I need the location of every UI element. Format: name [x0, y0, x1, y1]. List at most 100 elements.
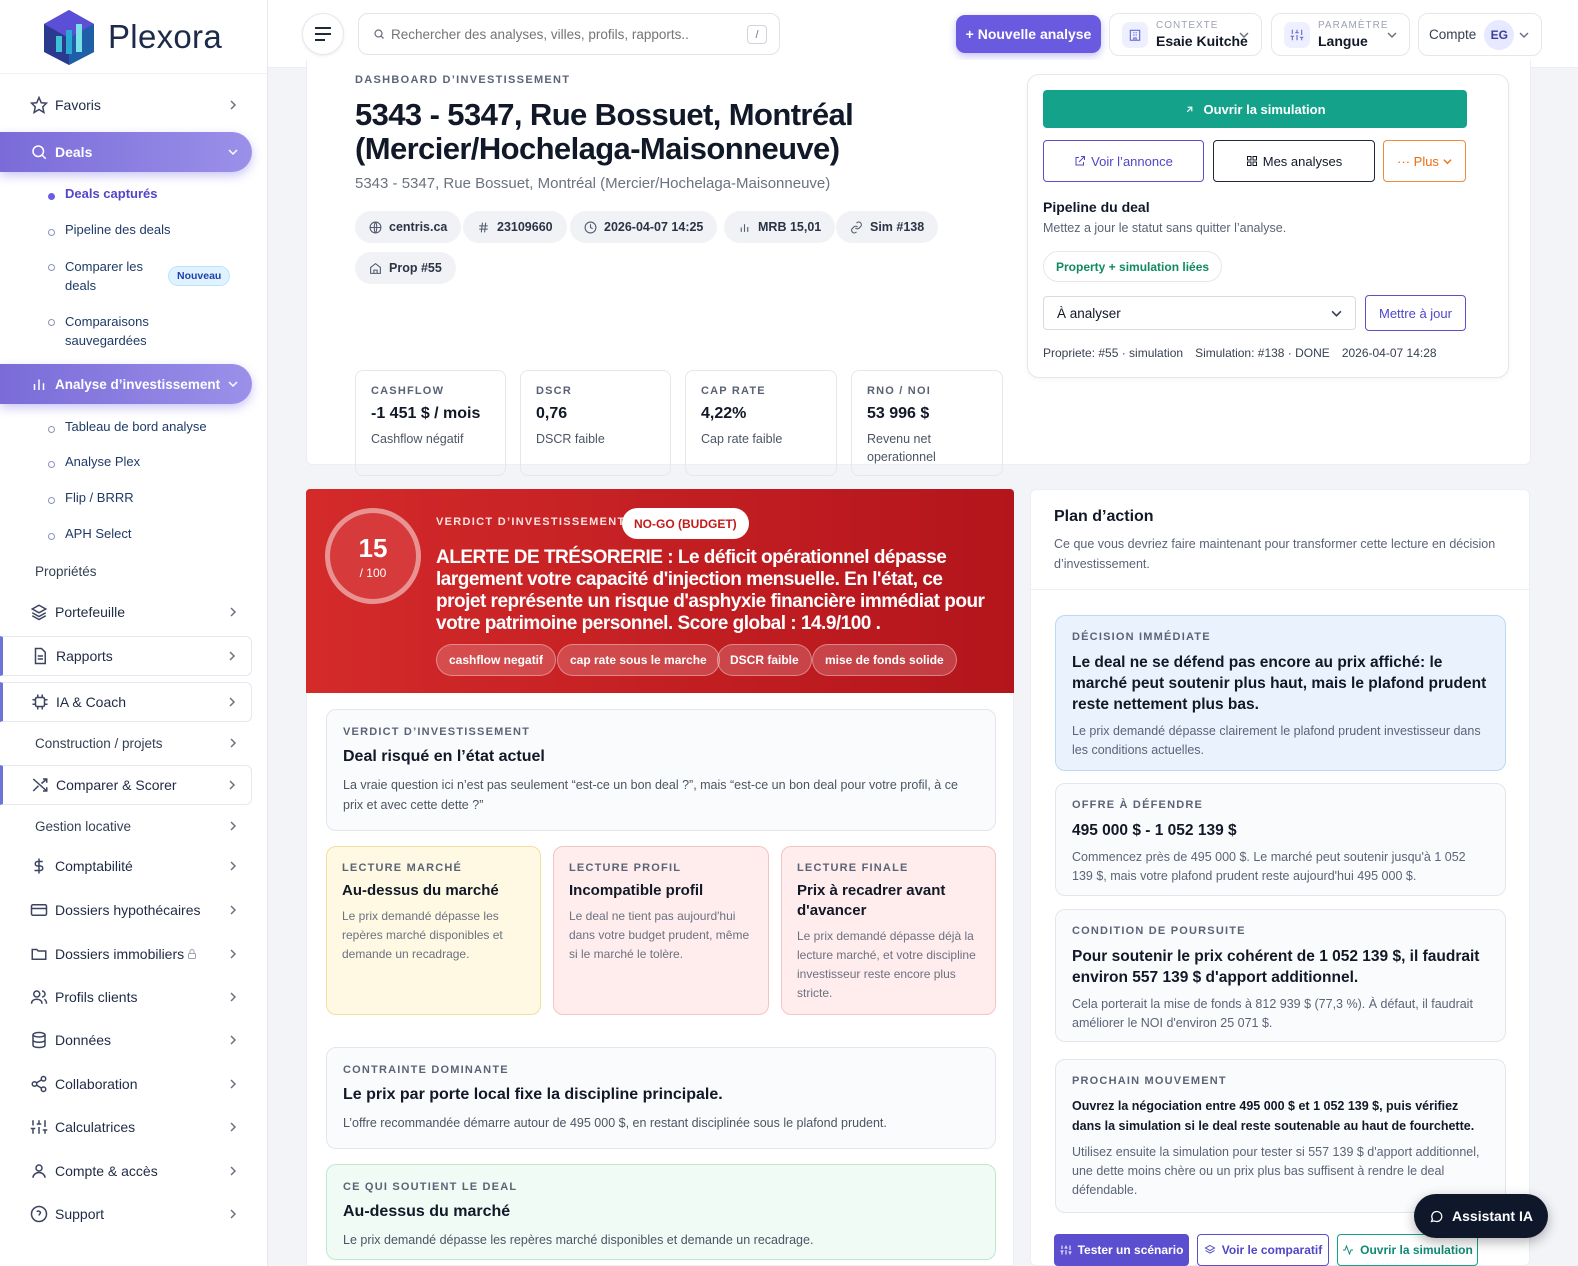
nav-favoris[interactable]: Favoris [0, 85, 252, 125]
nav-proprietes[interactable]: Propriétés [0, 551, 252, 591]
account-menu[interactable]: Compte EG [1418, 13, 1542, 56]
linked-badge: Property + simulation liées [1043, 251, 1223, 282]
nav-label: Construction / projets [35, 735, 163, 751]
sub-plex[interactable]: Analyse Plex [48, 454, 140, 469]
chevron-down-icon [1331, 310, 1342, 317]
verdict-summary-box: VERDICT D’INVESTISSEMENT Deal risqué en … [326, 709, 996, 831]
home-icon [370, 262, 381, 274]
tag-chip: DSCR faible [717, 644, 812, 676]
nav-immobiliers[interactable]: Dossiers immobiliers [0, 934, 252, 974]
nav-rapports[interactable]: Rapports [0, 636, 252, 676]
kpi-sub: Cashflow négatif [371, 432, 464, 446]
nav-calculatrices[interactable]: Calculatrices [0, 1107, 252, 1147]
kpi-label: RNO / NOI [867, 385, 931, 397]
button-label: Voir l’annonce [1091, 153, 1173, 169]
ai-assistant-button[interactable]: Assistant IA [1414, 1194, 1548, 1238]
nav-profils[interactable]: Profils clients [0, 977, 252, 1017]
sub-comparaisons[interactable]: Comparaisons sauvegardées [48, 312, 158, 350]
continuation-condition-box: CONDITION DE POURSUITE Pour soutenir le … [1055, 909, 1506, 1042]
date-pill[interactable]: 2026-04-07 14:25 [570, 211, 718, 243]
search-icon [374, 29, 384, 39]
update-status-button[interactable]: Mettre à jour [1365, 295, 1466, 331]
sub-tableau[interactable]: Tableau de bord analyse [48, 419, 207, 434]
nav-gestion[interactable]: Gestion locative [0, 806, 252, 846]
box-label: CONDITION DE POURSUITE [1072, 925, 1246, 937]
sub-comparer[interactable]: Comparer les deals [48, 257, 148, 295]
card-label: LECTURE PROFIL [569, 862, 682, 874]
nav-label: Propriétés [35, 563, 97, 579]
chevron-right-icon [230, 1035, 237, 1045]
listing-id-pill[interactable]: 23109660 [463, 211, 567, 243]
nav-ia-coach[interactable]: IA & Coach [0, 682, 252, 722]
sub-flip[interactable]: Flip / BRRR [48, 490, 134, 505]
chevron-right-icon [230, 1166, 237, 1176]
box-title: Le deal ne se défend pas encore au prix … [1072, 654, 1487, 713]
menu-toggle-button[interactable] [302, 13, 344, 55]
arrow-up-right-icon [1187, 106, 1193, 112]
context-value: Esaie Kuitche [1156, 33, 1248, 49]
more-button[interactable]: ··· Plus [1383, 140, 1466, 182]
nav-analyse[interactable]: Analyse d’investissement [0, 364, 252, 404]
share-icon [31, 1075, 47, 1093]
box-label: OFFRE À DÉFENDRE [1072, 799, 1204, 811]
sub-pipeline[interactable]: Pipeline des deals [48, 222, 171, 237]
card-title: Au-dessus du marché [342, 882, 499, 899]
nav-label: Comparer & Scorer [56, 777, 177, 793]
view-comparison-button[interactable]: Voir le comparatif [1197, 1234, 1329, 1266]
new-analysis-button[interactable]: + Nouvelle analyse [956, 15, 1101, 53]
box-label: DÉCISION IMMÉDIATE [1072, 631, 1211, 643]
button-label: Ouvrir la simulation [1203, 101, 1326, 117]
open-simulation-button[interactable]: Ouvrir la simulation [1043, 90, 1467, 128]
mrb-pill[interactable]: MRB 15,01 [724, 211, 836, 243]
box-desc: Le prix demandé dépasse les repères marc… [343, 1233, 814, 1247]
status-select[interactable]: À analyser [1043, 296, 1356, 330]
kpi-label: CASHFLOW [371, 385, 445, 397]
box-title: Deal risqué en l’état actuel [343, 748, 545, 765]
profile-reading-card: LECTURE PROFIL Incompatible profil Le de… [553, 846, 769, 1015]
box-title: Au-dessus du marché [343, 1203, 511, 1220]
divider [1031, 589, 1529, 590]
sub-deals-captures[interactable]: Deals capturés [48, 186, 158, 201]
nav-deals[interactable]: Deals [0, 132, 252, 172]
action-plan-card: Plan d’action Ce que vous devriez faire … [1030, 489, 1530, 1266]
kpi-cashflow: CASHFLOW -1 451 $ / mois Cashflow négati… [355, 370, 506, 476]
chevron-right-icon [229, 780, 236, 790]
nav-support[interactable]: Support [0, 1194, 252, 1234]
meta-item: Simulation: #138 · DONE [1195, 346, 1330, 360]
nav-portefeuille[interactable]: Portefeuille [0, 592, 252, 632]
button-label: Mes analyses [1262, 153, 1343, 169]
sub-aph[interactable]: APH Select [48, 526, 131, 541]
nav-comptabilite[interactable]: Comptabilité [0, 846, 252, 886]
tag-chip: mise de fonds solide [812, 644, 957, 676]
nav-compte[interactable]: Compte & accès [0, 1151, 252, 1191]
score-ring: 15 / 100 [325, 508, 421, 604]
source-pill[interactable]: centris.ca [355, 211, 462, 243]
nav-construction[interactable]: Construction / projets [0, 723, 252, 763]
nav-label: Deals [55, 144, 93, 160]
offer-box: OFFRE À DÉFENDRE 495 000 $ - 1 052 139 $… [1055, 783, 1506, 896]
open-simulation-secondary-button[interactable]: Ouvrir la simulation [1337, 1234, 1478, 1266]
sim-pill[interactable]: Sim #138 [836, 211, 939, 243]
search-input[interactable] [391, 26, 731, 42]
nav-hypothecaires[interactable]: Dossiers hypothécaires [0, 890, 252, 930]
chevron-right-icon [229, 651, 236, 661]
sub-label: Flip / BRRR [65, 490, 134, 505]
nav-donnees[interactable]: Données [0, 1020, 252, 1060]
my-analyses-button[interactable]: Mes analyses [1213, 140, 1375, 182]
search-box[interactable]: / [358, 13, 780, 55]
box-desc: Commencez près de 495 000 $. Le marché p… [1072, 850, 1466, 883]
market-reading-card: LECTURE MARCHÉ Au-dessus du marché Le pr… [326, 846, 541, 1015]
nav-comparer[interactable]: Comparer & Scorer [0, 765, 252, 805]
verdict-alert: ALERTE DE TRÉSORERIE : Le déficit opérat… [436, 547, 985, 634]
pipeline-meta: Propriete: #55 · simulation Simulation: … [1043, 346, 1437, 360]
view-listing-button[interactable]: Voir l’annonce [1043, 140, 1204, 182]
test-scenario-button[interactable]: Tester un scénario [1054, 1234, 1189, 1266]
parameter-selector[interactable]: PARAMÈTRE Langue [1271, 13, 1410, 56]
brand[interactable]: Plexora [0, 0, 267, 74]
pill-label: 2026-04-07 14:25 [604, 220, 704, 234]
context-selector[interactable]: CONTEXTE Esaie Kuitche [1109, 13, 1262, 56]
prop-pill[interactable]: Prop #55 [355, 252, 456, 284]
sliders-icon [30, 1120, 48, 1134]
nav-collaboration[interactable]: Collaboration [0, 1064, 252, 1104]
bar-chart-icon [740, 223, 749, 232]
